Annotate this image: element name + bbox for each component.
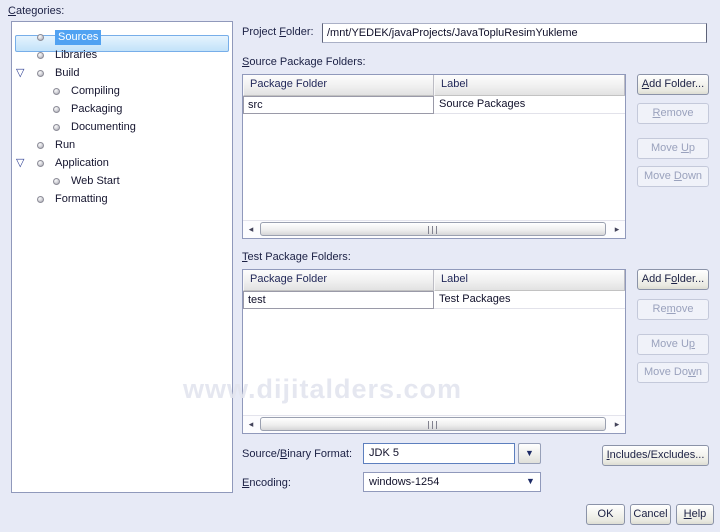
- tree-item-packaging[interactable]: Packaging: [12, 101, 232, 119]
- test-package-folders-label: Test Package Folders:: [242, 251, 351, 263]
- combo-dropdown-button[interactable]: ▼: [518, 443, 541, 464]
- ok-button[interactable]: OK: [586, 504, 625, 525]
- column-header-label[interactable]: Label: [434, 75, 625, 96]
- tree-item-label: Documenting: [71, 121, 136, 133]
- tree-item-label: Run: [55, 139, 76, 151]
- category-bullet-icon: [53, 106, 60, 113]
- cell-package-folder[interactable]: src: [243, 96, 434, 114]
- table-row[interactable]: src Source Packages: [243, 96, 625, 114]
- scrollbar-thumb[interactable]: [260, 222, 606, 236]
- test-move-up-button[interactable]: Move Up: [637, 334, 709, 355]
- source-package-folders-label: Source Package Folders:: [242, 56, 366, 68]
- column-header-package-folder[interactable]: Package Folder: [243, 75, 434, 96]
- category-bullet-icon: [53, 178, 60, 185]
- tree-item-label: Formatting: [55, 193, 108, 205]
- tree-item-label: Compiling: [71, 85, 120, 97]
- category-bullet-icon: [37, 34, 44, 41]
- expander-open-icon[interactable]: ▽: [16, 157, 24, 169]
- tree-item-compiling[interactable]: Compiling: [12, 83, 232, 101]
- chevron-down-icon: ▼: [525, 448, 534, 458]
- table-header: Package Folder Label: [243, 270, 625, 291]
- cell-label[interactable]: Test Packages: [434, 291, 625, 309]
- table-row[interactable]: test Test Packages: [243, 291, 625, 309]
- category-bullet-icon: [37, 142, 44, 149]
- categories-tree: Sources Libraries ▽ Build Compiling Pack…: [11, 21, 233, 493]
- source-move-down-button[interactable]: Move Down: [637, 166, 709, 187]
- tree-item-label: Build: [55, 67, 80, 79]
- tree-item-label: Sources: [55, 30, 102, 45]
- cell-label[interactable]: Source Packages: [434, 96, 625, 114]
- tree-item-label: Packaging: [71, 103, 123, 115]
- scroll-left-icon[interactable]: ◂: [244, 223, 258, 236]
- column-header-package-folder[interactable]: Package Folder: [243, 270, 434, 291]
- project-properties-dialog: Categories: Sources Libraries ▽ Build Co…: [0, 0, 720, 532]
- source-binary-format-combobox[interactable]: JDK 5: [363, 443, 515, 464]
- chevron-down-icon[interactable]: ▼: [526, 476, 535, 486]
- tree-item-documenting[interactable]: Documenting: [12, 119, 232, 137]
- scroll-right-icon[interactable]: ▸: [610, 223, 624, 236]
- test-move-down-button[interactable]: Move Down: [637, 362, 709, 383]
- category-bullet-icon: [37, 196, 44, 203]
- encoding-combobox[interactable]: windows-1254: [363, 472, 541, 492]
- category-bullet-icon: [53, 124, 60, 131]
- source-packages-table: Package Folder Label src Source Packages…: [242, 74, 626, 239]
- tree-item-build[interactable]: ▽ Build: [12, 65, 232, 83]
- tree-item-libraries[interactable]: Libraries: [12, 47, 232, 65]
- encoding-label: Encoding:: [242, 477, 291, 489]
- scrollbar-grip: [428, 421, 437, 429]
- tree-item-label: Application: [55, 157, 109, 169]
- tree-item-web-start[interactable]: Web Start: [12, 173, 232, 191]
- horizontal-scrollbar[interactable]: ◂ ▸: [243, 415, 625, 433]
- tree-item-run[interactable]: Run: [12, 137, 232, 155]
- scroll-left-icon[interactable]: ◂: [244, 418, 258, 431]
- cell-package-folder[interactable]: test: [243, 291, 434, 309]
- categories-label: Categories:: [8, 5, 65, 17]
- test-add-folder-button[interactable]: Add Folder...: [637, 269, 709, 290]
- scrollbar-thumb[interactable]: [260, 417, 606, 431]
- cancel-button[interactable]: Cancel: [630, 504, 671, 525]
- help-button[interactable]: Help: [676, 504, 714, 525]
- tree-item-formatting[interactable]: Formatting: [12, 191, 232, 209]
- scroll-right-icon[interactable]: ▸: [610, 418, 624, 431]
- tree-item-application[interactable]: ▽ Application: [12, 155, 232, 173]
- category-bullet-icon: [37, 160, 44, 167]
- tree-item-sources[interactable]: Sources: [12, 29, 232, 52]
- expander-open-icon[interactable]: ▽: [16, 67, 24, 79]
- includes-excludes-button[interactable]: Includes/Excludes...: [602, 445, 709, 466]
- project-folder-label: Project Folder:: [242, 26, 314, 38]
- horizontal-scrollbar[interactable]: ◂ ▸: [243, 220, 625, 238]
- category-bullet-icon: [37, 52, 44, 59]
- column-header-label[interactable]: Label: [434, 270, 625, 291]
- tree-item-label: Libraries: [55, 49, 98, 61]
- source-move-up-button[interactable]: Move Up: [637, 138, 709, 159]
- source-add-folder-button[interactable]: Add Folder...: [637, 74, 709, 95]
- table-header: Package Folder Label: [243, 75, 625, 96]
- source-remove-button[interactable]: Remove: [637, 103, 709, 124]
- project-folder-field[interactable]: /mnt/YEDEK/javaProjects/JavaTopluResimYu…: [322, 23, 707, 43]
- category-bullet-icon: [37, 70, 44, 77]
- source-binary-format-label: Source/Binary Format:: [242, 448, 353, 460]
- tree-item-label: Web Start: [71, 175, 120, 187]
- test-packages-table: Package Folder Label test Test Packages …: [242, 269, 626, 434]
- test-remove-button[interactable]: Remove: [637, 299, 709, 320]
- scrollbar-grip: [428, 226, 437, 234]
- category-bullet-icon: [53, 88, 60, 95]
